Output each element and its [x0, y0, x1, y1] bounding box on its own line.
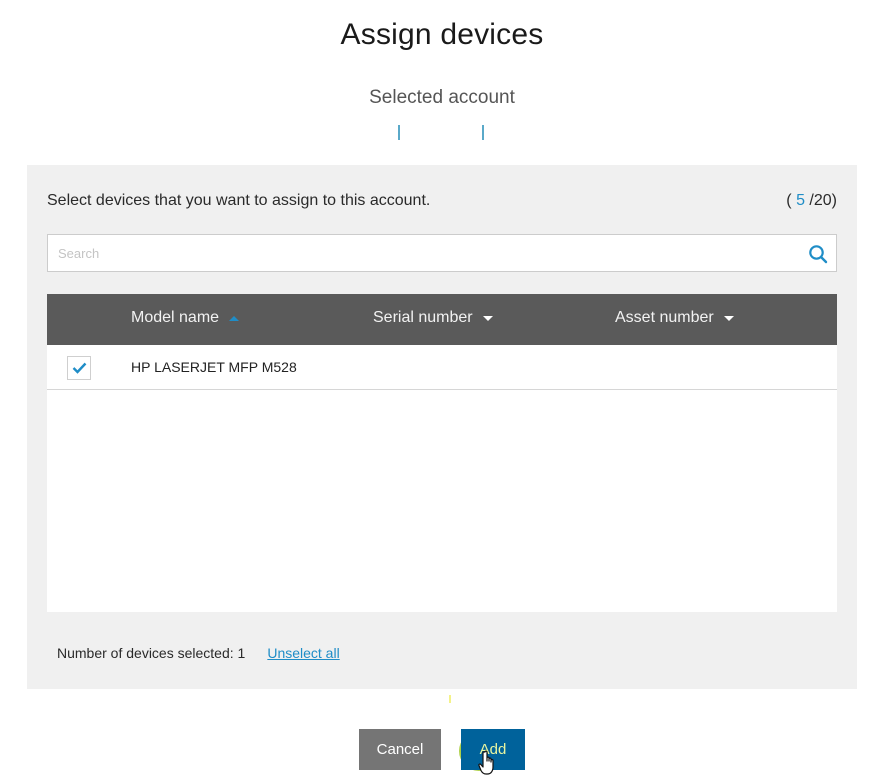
column-label: Serial number — [373, 309, 473, 326]
add-button[interactable]: Add — [461, 729, 525, 770]
caret-down-icon — [482, 315, 493, 321]
search-icon[interactable] — [808, 244, 828, 264]
device-counter: ( 5 /20) — [786, 192, 837, 210]
checkmark-icon — [72, 362, 87, 374]
focus-marker — [449, 695, 451, 703]
unselect-all-link[interactable]: Unselect all — [267, 645, 339, 661]
counter-total: /20) — [809, 192, 837, 209]
column-label: Asset number — [615, 309, 714, 326]
device-selection-panel: Select devices that you want to assign t… — [27, 165, 857, 689]
cancel-button[interactable]: Cancel — [359, 729, 441, 770]
dialog-title: Assign devices — [340, 18, 544, 51]
column-header-asset-number[interactable]: Asset number — [615, 309, 734, 327]
counter-open: ( — [786, 192, 792, 209]
devices-table: Model name Serial number Asset number HP… — [47, 294, 837, 612]
column-header-serial-number[interactable]: Serial number — [373, 309, 493, 327]
search-box — [47, 234, 837, 272]
table-row[interactable]: HP LASERJET MFP M528 — [47, 345, 837, 390]
account-value-left-edge — [398, 125, 400, 140]
selection-summary: Number of devices selected: 1 Unselect a… — [57, 645, 340, 661]
selected-count-text: Number of devices selected: 1 — [57, 645, 246, 661]
search-input[interactable] — [48, 235, 788, 271]
add-button-label: Add — [479, 741, 507, 758]
row-checkbox[interactable] — [67, 356, 91, 380]
column-header-model-name[interactable]: Model name — [131, 309, 240, 327]
cell-model-name: HP LASERJET MFP M528 — [131, 359, 297, 375]
caret-down-icon — [723, 315, 734, 321]
sort-ascending-icon — [229, 315, 240, 321]
assign-devices-dialog: Assign devices Selected account Select d… — [0, 0, 879, 781]
counter-current: 5 — [796, 192, 805, 209]
selected-account-value — [398, 122, 486, 142]
account-value-right-edge — [482, 125, 484, 140]
instruction-text: Select devices that you want to assign t… — [47, 192, 431, 209]
table-header: Model name Serial number Asset number — [47, 294, 837, 345]
column-label: Model name — [131, 309, 220, 326]
selected-account-label: Selected account — [369, 87, 515, 108]
